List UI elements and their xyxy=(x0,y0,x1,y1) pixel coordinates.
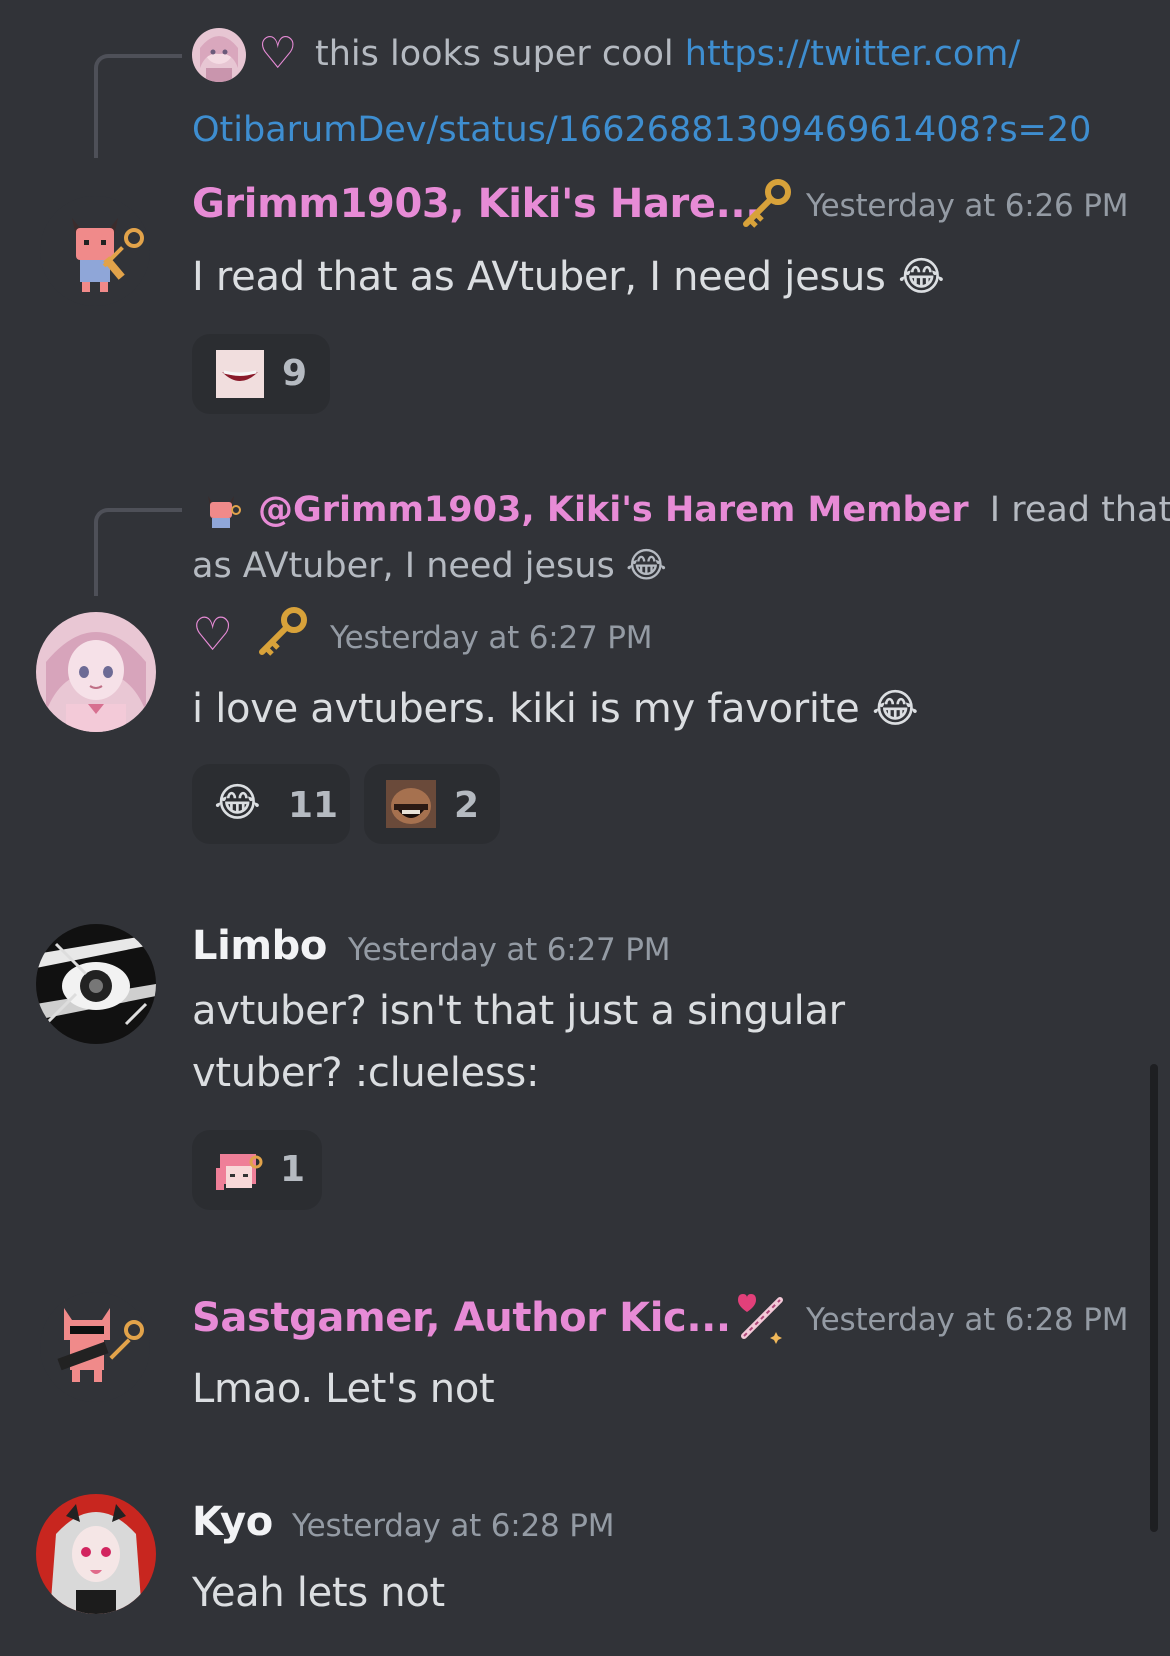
laughing-man-emote-icon xyxy=(386,780,436,828)
avatar-limbo[interactable] xyxy=(36,924,156,1044)
chat-view: ♡ this looks super cool https://twitter.… xyxy=(0,0,1170,1656)
reply-preview[interactable]: @Grimm1903, Kiki's Harem Member I read t… xyxy=(258,482,1170,538)
timestamp: Yesterday at 6:28 PM xyxy=(806,1302,1129,1338)
message-text: i love avtubers. kiki is my favorite 😂 xyxy=(192,678,919,740)
reaction-button[interactable]: 2 xyxy=(364,764,500,844)
golden-key-icon xyxy=(736,176,794,234)
reaction-button[interactable]: 9 xyxy=(192,334,330,414)
reply-avatar[interactable] xyxy=(192,28,246,82)
reaction-count: 11 xyxy=(288,785,339,826)
message-text: I read that as AVtuber, I need jesus 😂 xyxy=(192,246,945,308)
username-limbo[interactable]: Limbo xyxy=(192,922,327,970)
reply-preview[interactable]: this looks super cool https://twitter.co… xyxy=(315,26,1115,82)
joy-emoji: 😂 xyxy=(625,546,667,586)
reaction-button[interactable]: 1 xyxy=(192,1130,322,1210)
reply-avatar-icon[interactable] xyxy=(200,490,242,532)
reply-text: as AVtuber, I need jesus xyxy=(192,546,615,586)
timestamp: Yesterday at 6:26 PM xyxy=(806,188,1129,224)
avatar-grimm[interactable] xyxy=(40,196,150,306)
message-body: I read that as AVtuber, I need jesus xyxy=(192,254,886,300)
scrollbar-thumb[interactable] xyxy=(1150,1064,1158,1532)
joy-emoji: 😂 xyxy=(897,254,945,300)
reply-preview-continued[interactable]: as AVtuber, I need jesus 😂 xyxy=(192,538,667,594)
reply-link[interactable]: https://twitter.com/ xyxy=(685,34,1020,74)
message-text: vtuber? :clueless: xyxy=(192,1050,540,1096)
avatar-sastgamer[interactable] xyxy=(40,1292,150,1402)
reaction-count: 2 xyxy=(454,785,480,826)
reaction-button[interactable]: 😂 11 xyxy=(192,764,350,844)
reply-link-continued[interactable]: OtibarumDev/status/1662688130946961408?s… xyxy=(192,102,1091,158)
magic-wand-heart-icon xyxy=(730,1288,788,1346)
message-text: Yeah lets not xyxy=(192,1570,445,1616)
message-text: avtuber? isn't that just a singular xyxy=(192,988,845,1034)
username-kyo[interactable]: Kyo xyxy=(192,1498,273,1546)
reply-text: this looks super cool xyxy=(315,34,674,74)
timestamp: Yesterday at 6:28 PM xyxy=(292,1508,615,1544)
reply-heart-icon: ♡ xyxy=(258,28,298,79)
timestamp: Yesterday at 6:27 PM xyxy=(330,620,653,656)
avatar-heart-user[interactable] xyxy=(36,612,156,732)
reaction-count: 9 xyxy=(282,353,308,394)
reply-connector xyxy=(94,508,182,596)
reply-text: I read that xyxy=(989,490,1170,530)
reply-connector xyxy=(94,54,182,158)
pink-pixel-girl-emote-icon xyxy=(214,1146,264,1196)
username-heart[interactable]: ♡ xyxy=(192,606,233,662)
timestamp: Yesterday at 6:27 PM xyxy=(348,932,671,968)
reaction-count: 1 xyxy=(280,1149,306,1190)
message-body: i love avtubers. kiki is my favorite xyxy=(192,686,860,732)
golden-key-icon xyxy=(252,604,310,662)
joy-emoji: 😂 xyxy=(871,686,919,732)
message-text: Lmao. Let's not xyxy=(192,1366,495,1412)
username-grimm[interactable]: Grimm1903, Kiki's Hare... xyxy=(192,180,760,228)
username-sastgamer[interactable]: Sastgamer, Author Kic... xyxy=(192,1294,731,1342)
lips-emote-icon xyxy=(216,350,264,398)
joy-emoji: 😂 xyxy=(214,780,261,826)
avatar-kyo[interactable] xyxy=(36,1494,156,1614)
reply-mention[interactable]: @Grimm1903, Kiki's Harem Member xyxy=(258,490,969,530)
